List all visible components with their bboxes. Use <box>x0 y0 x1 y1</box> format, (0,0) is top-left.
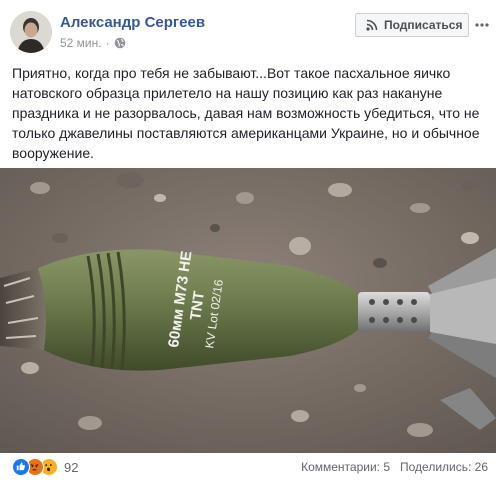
meta-separator: · <box>105 36 110 50</box>
reactions-summary[interactable]: 92 <box>12 458 78 476</box>
avatar-image <box>10 11 52 53</box>
post-time[interactable]: 52 мин. <box>60 36 102 50</box>
globe-icon <box>114 37 125 49</box>
facebook-post: Александр Сергеев 52 мин. · Подписаться … <box>0 0 496 499</box>
more-icon[interactable] <box>474 17 490 33</box>
rss-icon <box>366 19 378 31</box>
reaction-count: 92 <box>64 459 79 475</box>
post-stats: Комментарии: 5 Поделились: 26 <box>301 460 488 474</box>
post-header: Александр Сергеев 52 мин. · Подписаться <box>0 0 496 60</box>
post-text: Приятно, когда про тебя не забывают...Во… <box>12 65 480 161</box>
mortar-shell-photo: 60мм M73 HE TNT KV Lot 02/16 <box>0 168 496 453</box>
author-name[interactable]: Александр Сергеев <box>60 14 205 31</box>
avatar[interactable] <box>10 11 52 53</box>
post-photo[interactable]: 60мм M73 HE TNT KV Lot 02/16 <box>0 168 496 453</box>
post-meta: 52 мин. · <box>60 36 126 50</box>
like-icon <box>12 458 30 476</box>
shares-count-link[interactable]: Поделились: 26 <box>400 460 488 474</box>
subscribe-button[interactable]: Подписаться <box>355 13 469 37</box>
comments-count-link[interactable]: Комментарии: 5 <box>301 460 390 474</box>
subscribe-label: Подписаться <box>384 18 463 32</box>
